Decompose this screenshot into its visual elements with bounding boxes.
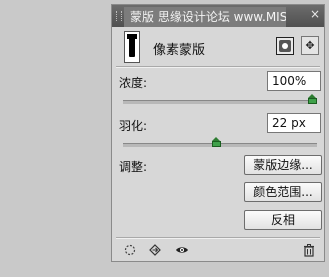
mask-edge-button[interactable]: 蒙版边缘...	[244, 155, 322, 175]
density-input[interactable]: 100%	[267, 71, 321, 91]
bottom-toolbar	[112, 239, 324, 261]
grip-icon[interactable]	[116, 11, 122, 21]
load-selection-icon[interactable]	[123, 243, 137, 257]
density-slider[interactable]	[123, 100, 317, 104]
feather-input[interactable]: 22 px	[267, 113, 321, 133]
mask-type-label: 像素蒙版	[153, 43, 206, 58]
visibility-eye-icon[interactable]	[175, 243, 189, 257]
feather-label: 羽化:	[119, 119, 148, 133]
masks-panel: 蒙版 思缘设计论坛 www.MISSYUAN.com × 像素蒙版 ✥ 浓度: …	[111, 4, 325, 262]
mask-thumbnail[interactable]	[124, 31, 140, 63]
close-icon[interactable]: ×	[308, 7, 322, 21]
vector-mask-icon: ✥	[305, 39, 315, 52]
pixel-mask-icon	[279, 40, 291, 52]
invert-button[interactable]: 反相	[244, 210, 322, 230]
refine-label: 调整:	[119, 160, 148, 174]
feather-slider-handle[interactable]	[211, 137, 221, 147]
delete-mask-icon[interactable]	[302, 243, 316, 257]
divider	[116, 66, 320, 68]
tab-masks-label: 蒙版	[130, 10, 155, 24]
color-range-button[interactable]: 颜色范围...	[244, 182, 322, 202]
vector-mask-button[interactable]: ✥	[301, 36, 319, 55]
tab-masks[interactable]: 蒙版 思缘设计论坛 www.MISSYUAN.com	[124, 7, 286, 27]
apply-mask-icon[interactable]	[148, 243, 162, 257]
density-label: 浓度:	[119, 76, 148, 90]
watermark-text: 思缘设计论坛 www.MISSYUAN.com	[157, 10, 286, 24]
panel-titlebar[interactable]: 蒙版 思缘设计论坛 www.MISSYUAN.com ×	[112, 5, 324, 27]
pixel-mask-button[interactable]	[276, 37, 294, 55]
density-slider-handle[interactable]	[308, 94, 317, 104]
